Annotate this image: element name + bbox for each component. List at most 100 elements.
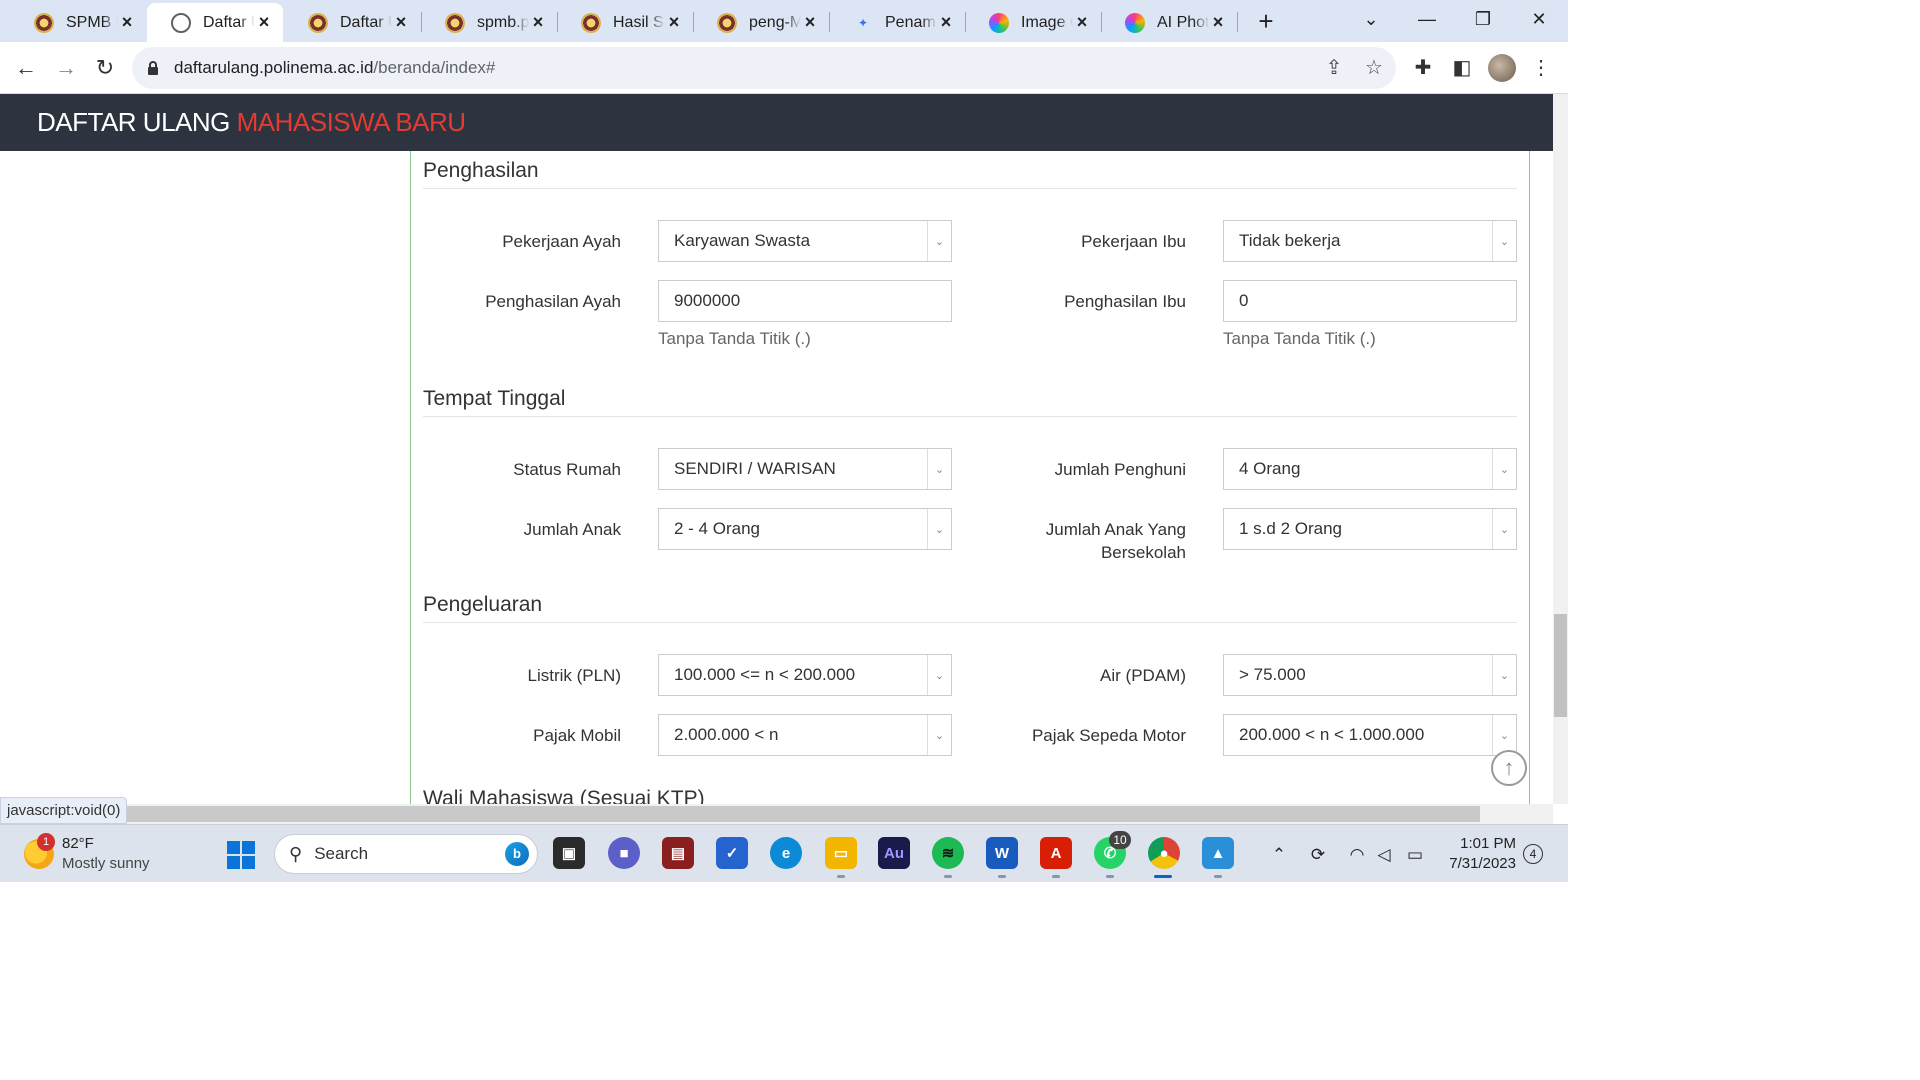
back-arrow-icon[interactable]: ← <box>10 52 42 84</box>
clock-time[interactable]: 1:01 PM <box>1440 835 1516 852</box>
bookmark-star-icon[interactable]: ☆ <box>1362 56 1386 80</box>
select-value: SENDIRI / WARISAN <box>674 459 836 478</box>
close-icon[interactable]: × <box>529 12 547 33</box>
rainbow-app-icon <box>989 12 1009 33</box>
restore-icon[interactable]: ❐ <box>1460 4 1506 34</box>
rainbow-app-icon <box>1125 12 1145 33</box>
word-icon[interactable]: W <box>986 837 1018 869</box>
tab-spmb-po[interactable]: spmb.po × <box>421 3 557 42</box>
input-value: 0 <box>1239 291 1249 310</box>
weather-temperature[interactable]: 82°F <box>62 835 94 852</box>
seal-icon <box>581 12 601 33</box>
close-icon[interactable]: × <box>1209 12 1227 33</box>
close-icon[interactable]: × <box>392 12 410 33</box>
tab-image-creator[interactable]: Image Cr × <box>965 3 1101 42</box>
select-status-rumah[interactable]: SENDIRI / WARISAN ⌄ <box>658 448 952 490</box>
side-panel-icon[interactable]: ◧ <box>1449 55 1475 81</box>
scroll-to-top-icon[interactable]: ↑ <box>1491 750 1527 786</box>
tray-chevron-up-icon[interactable]: ⌃ <box>1267 843 1291 867</box>
share-icon[interactable]: ⇪ <box>1322 56 1346 80</box>
profile-avatar[interactable] <box>1488 54 1516 82</box>
select-pekerjaan-ibu[interactable]: Tidak bekerja ⌄ <box>1223 220 1517 262</box>
speaker-icon[interactable]: ◁ <box>1372 843 1396 867</box>
tab-daftar-ulang-active[interactable]: Daftar Ul × <box>147 3 283 42</box>
sync-icon[interactable]: ⟳ <box>1306 843 1330 867</box>
acrobat-icon[interactable]: A <box>1040 837 1072 869</box>
weather-description[interactable]: Mostly sunny <box>62 855 150 872</box>
winrar-icon[interactable]: ▤ <box>662 837 694 869</box>
notification-center-badge[interactable]: 4 <box>1523 844 1543 864</box>
tab-title: Daftar Ul <box>203 13 255 31</box>
taskbar-search[interactable]: ⚲ Search b <box>274 834 538 874</box>
select-jumlah-anak-bersekolah[interactable]: 1 s.d 2 Orang ⌄ <box>1223 508 1517 550</box>
battery-icon[interactable]: ▭ <box>1403 843 1427 867</box>
help-text-penghasilan-ayah: Tanpa Tanda Titik (.) <box>658 329 811 348</box>
label-listrik: Listrik (PLN) <box>527 666 621 685</box>
chat-icon[interactable]: ■ <box>608 837 640 869</box>
file-explorer-icon[interactable]: ▭ <box>825 837 857 869</box>
select-jumlah-anak[interactable]: 2 - 4 Orang ⌄ <box>658 508 952 550</box>
running-indicator <box>944 875 952 878</box>
todo-check-icon[interactable]: ✓ <box>716 837 748 869</box>
extensions-puzzle-icon[interactable]: ✚ <box>1410 55 1436 81</box>
close-icon[interactable]: × <box>937 12 955 33</box>
tab-peng-ma[interactable]: peng-Ma × <box>693 3 829 42</box>
close-icon[interactable]: × <box>255 12 273 33</box>
tab-ai-photo[interactable]: AI Photo × <box>1101 3 1237 42</box>
window-close-icon[interactable]: ✕ <box>1516 4 1562 34</box>
task-view-icon[interactable]: ▣ <box>553 837 585 869</box>
section-title-pengeluaran: Pengeluaran <box>423 593 543 616</box>
label-pajak-sepeda-motor: Pajak Sepeda Motor <box>1031 726 1186 745</box>
input-penghasilan-ayah[interactable]: 9000000 <box>658 280 952 322</box>
address-bar[interactable]: daftarulang.polinema.ac.id/beranda/index… <box>132 47 1396 89</box>
forward-arrow-icon[interactable]: → <box>50 52 82 84</box>
select-air[interactable]: > 75.000 ⌄ <box>1223 654 1517 696</box>
input-penghasilan-ibu[interactable]: 0 <box>1223 280 1517 322</box>
label-jumlah-anak: Jumlah Anak <box>523 520 621 539</box>
vertical-scrollbar-thumb[interactable] <box>1554 614 1567 717</box>
audition-icon[interactable]: Au <box>878 837 910 869</box>
new-tab-plus-icon[interactable]: + <box>1252 6 1280 36</box>
seal-icon <box>717 12 737 33</box>
close-icon[interactable]: × <box>665 12 683 33</box>
select-listrik[interactable]: 100.000 <= n < 200.000 ⌄ <box>658 654 952 696</box>
tab-daftar-ulang[interactable]: Daftar Ul × <box>284 3 420 42</box>
windows-start-icon[interactable] <box>227 841 255 869</box>
input-value: 9000000 <box>674 291 741 310</box>
select-pekerjaan-ayah[interactable]: Karyawan Swasta ⌄ <box>658 220 952 262</box>
lock-icon[interactable] <box>146 61 160 75</box>
tab-search-chevron-icon[interactable]: ⌄ <box>1348 4 1394 34</box>
select-jumlah-penghuni[interactable]: 4 Orang ⌄ <box>1223 448 1517 490</box>
bing-icon[interactable]: b <box>505 842 529 866</box>
label-penghasilan-ibu: Penghasilan Ibu <box>1064 292 1186 311</box>
tab-penambahan[interactable]: ✦ Penamba × <box>829 3 965 42</box>
select-value: > 75.000 <box>1239 665 1306 684</box>
menu-kebab-icon[interactable]: ⋮ <box>1528 55 1554 81</box>
label-pajak-mobil: Pajak Mobil <box>533 726 621 745</box>
select-pajak-mobil[interactable]: 2.000.000 < n ⌄ <box>658 714 952 756</box>
spotify-icon[interactable]: ≋ <box>932 837 964 869</box>
site-header: DAFTAR ULANG MAHASISWA BARU <box>0 94 1553 151</box>
reload-icon[interactable]: ↻ <box>89 52 121 84</box>
minimize-icon[interactable]: — <box>1404 4 1450 34</box>
horizontal-scrollbar-thumb[interactable] <box>124 806 1480 822</box>
section-divider <box>423 416 1517 417</box>
clock-date[interactable]: 7/31/2023 <box>1440 855 1516 872</box>
wifi-icon[interactable]: ◠ <box>1345 843 1369 867</box>
close-icon[interactable]: × <box>801 12 819 33</box>
edge-icon[interactable]: e <box>770 837 802 869</box>
close-icon[interactable]: × <box>1073 12 1091 33</box>
seal-icon <box>308 12 328 33</box>
tab-hasil-seleksi[interactable]: Hasil Sel × <box>557 3 693 42</box>
chevron-down-icon: ⌄ <box>1492 715 1516 755</box>
select-pajak-sepeda-motor[interactable]: 200.000 < n < 1.000.000 ⌄ <box>1223 714 1517 756</box>
tab-title: Daftar Ul <box>340 13 392 31</box>
tab-title: peng-Ma <box>749 13 801 31</box>
chrome-icon[interactable]: ● <box>1148 837 1180 869</box>
label-line: Jumlah Anak Yang <box>1045 520 1186 539</box>
tab-spmb[interactable]: SPMB PC × <box>10 3 146 42</box>
close-icon[interactable]: × <box>118 12 136 33</box>
photos-icon[interactable]: ▲ <box>1202 837 1234 869</box>
site-brand[interactable]: DAFTAR ULANG MAHASISWA BARU <box>37 107 466 138</box>
select-value: 1 s.d 2 Orang <box>1239 519 1343 538</box>
